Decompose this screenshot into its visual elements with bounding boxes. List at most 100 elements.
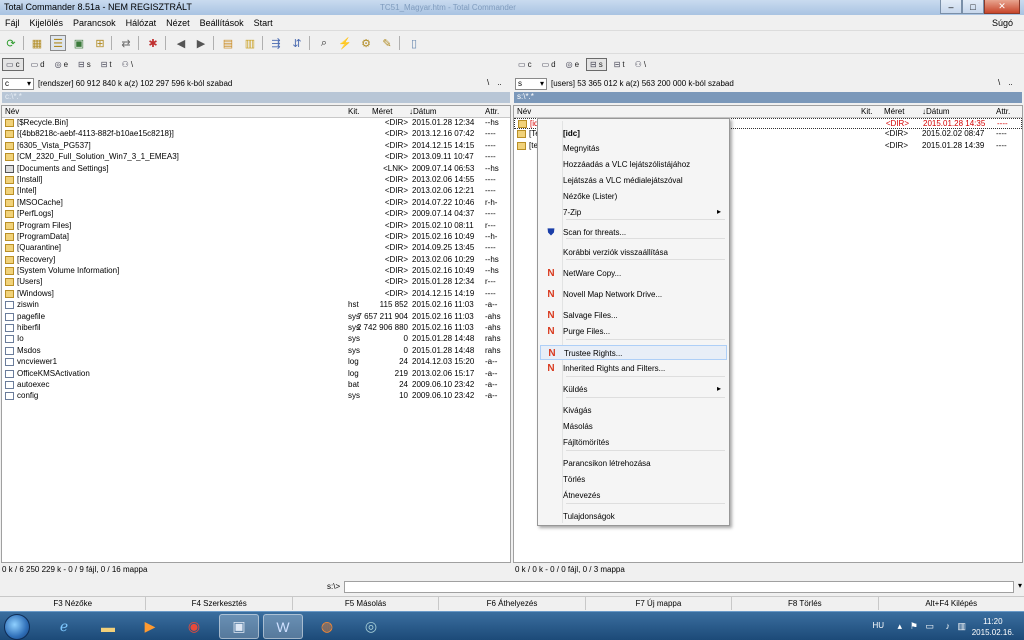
full-view-icon[interactable]: ☰ [50, 35, 66, 51]
table-row[interactable]: [Intel] <DIR> 2013.02.06 12:21 ---- [2, 186, 510, 197]
table-row[interactable]: Io sys 0 2015.01.28 14:48 rahs [2, 334, 510, 345]
thumbnail-view-icon[interactable]: ▣ [71, 35, 87, 51]
table-row[interactable]: ziswin hst 115 852 2015.02.16 11:03 -a-- [2, 300, 510, 311]
clock[interactable]: 11:20 2015.02.16. [972, 616, 1014, 638]
unpack-icon[interactable]: ▥ [242, 35, 258, 51]
context-menu-item[interactable]: Küldés ▸ [540, 382, 727, 397]
maximize-button[interactable]: □ [962, 0, 984, 14]
f4-edit-button[interactable]: F4 Szerkesztés [146, 597, 293, 610]
table-row[interactable]: [Quarantine] <DIR> 2014.09.25 13:45 ---- [2, 243, 510, 254]
invert-selection-icon[interactable]: ⇄ [118, 35, 134, 51]
table-row[interactable]: config sys 10 2009.06.10 23:42 -a-- [2, 391, 510, 402]
menu-help[interactable]: Súgó [987, 18, 1018, 28]
context-menu-item[interactable]: 7-Zip ▸ [540, 205, 727, 220]
context-menu-item[interactable]: Nézőke (Lister) [540, 189, 727, 204]
context-menu-item[interactable]: N Salvage Files... [540, 308, 727, 323]
table-row[interactable]: [Install] <DIR> 2013.02.06 14:55 ---- [2, 175, 510, 186]
table-row[interactable]: [PerfLogs] <DIR> 2009.07.14 04:37 ---- [2, 209, 510, 220]
left-drive-t[interactable]: ⊟ t [98, 58, 115, 71]
table-row[interactable]: [Users] <DIR> 2015.01.28 12:34 r--- [2, 277, 510, 288]
context-menu-item[interactable]: Parancsikon létrehozása [540, 456, 727, 471]
table-row[interactable]: [MSOCache] <DIR> 2014.07.22 10:46 r-h- [2, 198, 510, 209]
language-indicator[interactable]: HU [872, 621, 884, 630]
context-menu-item[interactable]: Lejátszás a VLC médialejátszóval [540, 173, 727, 188]
col-ext[interactable]: Kit. [348, 107, 360, 116]
context-menu-item[interactable]: N Trustee Rights... [540, 345, 727, 360]
left-drive-e[interactable]: ◎ e [52, 58, 71, 71]
table-row[interactable]: [System Volume Information] <DIR> 2015.02.… [2, 266, 510, 277]
f6-move-button[interactable]: F6 Áthelyezés [439, 597, 586, 610]
menu-view[interactable]: Nézet [161, 18, 195, 28]
col-date[interactable]: ↓Dátum [922, 107, 950, 116]
tree-view-icon[interactable]: ⊞ [92, 35, 108, 51]
right-current-path[interactable]: s:\*.* [514, 92, 1022, 103]
vpn-icon[interactable]: ◎ [351, 614, 391, 639]
table-row[interactable]: vncviewer1 log 24 2014.12.03 15:20 -a-- [2, 357, 510, 368]
context-menu-item[interactable]: Fájltömörítés [540, 435, 727, 450]
context-menu-item[interactable]: ⛊ Scan for threats... [540, 225, 727, 240]
chrome-icon[interactable]: ◉ [174, 614, 214, 639]
table-row[interactable]: [Recovery] <DIR> 2013.02.06 10:29 --hs [2, 255, 510, 266]
internet-explorer-icon[interactable]: ℯ [44, 614, 84, 639]
refresh-icon[interactable]: ⟳ [3, 35, 19, 51]
right-drive-s[interactable]: ⊟ s [586, 57, 607, 71]
tray-arrow-icon[interactable]: ▴ [897, 621, 902, 632]
close-button[interactable]: ✕ [984, 0, 1020, 14]
table-row[interactable]: OfficeKMSActivation log 219 2013.02.06 15:1… [2, 369, 510, 380]
table-row[interactable]: [Windows] <DIR> 2014.12.15 14:19 ---- [2, 289, 510, 300]
sync-dirs-icon[interactable]: ⇵ [289, 35, 305, 51]
pack-icon[interactable]: ▤ [220, 35, 236, 51]
brief-view-icon[interactable]: ▦ [29, 35, 45, 51]
f5-copy-button[interactable]: F5 Másolás [293, 597, 440, 610]
flag-icon[interactable]: ⚑ [910, 621, 918, 632]
compare-icon[interactable]: ✱ [145, 35, 161, 51]
notepad-icon[interactable]: ✎ [379, 35, 395, 51]
context-menu-item[interactable]: N Novell Map Network Drive... [540, 287, 727, 302]
col-name[interactable]: Név [517, 107, 531, 116]
right-drive-combo[interactable]: s ▾ [515, 77, 547, 90]
col-size[interactable]: Méret [372, 107, 392, 116]
menu-commands[interactable]: Parancsok [68, 18, 121, 28]
context-menu-item[interactable]: Másolás [540, 419, 727, 434]
menu-settings[interactable]: Beállítások [195, 18, 249, 28]
table-row[interactable]: [ProgramData] <DIR> 2015.02.16 10:49 --h- [2, 232, 510, 243]
table-row[interactable]: [Documents and Settings] <LNK> 2009.07.14 … [2, 164, 510, 175]
context-menu-item[interactable]: Megnyitás [540, 141, 727, 156]
col-attr[interactable]: Attr. [485, 107, 499, 116]
context-menu-item[interactable]: [idc] [540, 126, 727, 141]
context-menu-item[interactable]: Törlés [540, 472, 727, 487]
left-drive-combo[interactable]: c ▾ [2, 77, 34, 90]
left-root-button[interactable]: \ [487, 78, 489, 87]
menu-start[interactable]: Start [249, 18, 278, 28]
left-current-path[interactable]: c:\*.* [2, 92, 510, 103]
back-icon[interactable]: ◀ [173, 35, 189, 51]
f8-delete-button[interactable]: F8 Törlés [732, 597, 879, 610]
col-date[interactable]: ↓Dátum [409, 107, 437, 116]
volume-icon[interactable]: ♪ [946, 621, 951, 631]
left-drive-s[interactable]: ⊟ s [75, 58, 94, 71]
context-menu-item[interactable]: N Purge Files... [540, 324, 727, 339]
context-menu-item[interactable]: Tulajdonságok [540, 509, 727, 524]
table-row[interactable]: [{4bb8218c-aebf-4113-882f-b10ae15c8218}]… [2, 129, 510, 140]
table-row[interactable]: autoexec bat 24 2009.06.10 23:42 -a-- [2, 380, 510, 391]
context-menu-item[interactable]: N Inherited Rights and Filters... [540, 361, 727, 376]
altf4-exit-button[interactable]: Alt+F4 Kilépés [879, 597, 1024, 610]
table-row[interactable]: [6305_Vista_PG537] <DIR> 2014.12.15 14:15-… [2, 141, 510, 152]
chevron-down-icon[interactable]: ▾ [1018, 581, 1022, 590]
multi-rename-icon[interactable]: ⇶ [268, 35, 284, 51]
forward-icon[interactable]: ▶ [193, 35, 209, 51]
start-button[interactable] [4, 614, 30, 640]
table-row[interactable]: hiberfil sys 2 742 906 880 2015.02.16 11:03… [2, 323, 510, 334]
word-icon[interactable]: W [263, 614, 303, 639]
ftp-new-icon[interactable]: ⚙ [358, 35, 374, 51]
left-drive-network[interactable]: ⚇ \ [119, 58, 136, 71]
table-row[interactable]: [Program Files] <DIR> 2015.02.10 08:11 r--- [2, 221, 510, 232]
search-icon[interactable]: ⌕ [316, 35, 332, 51]
command-line-input[interactable] [344, 581, 1014, 593]
col-attr[interactable]: Attr. [996, 107, 1010, 116]
f7-newfolder-button[interactable]: F7 Új mappa [586, 597, 733, 610]
network-icon[interactable]: ▥ [957, 621, 966, 632]
explorer-icon[interactable]: ▬ [88, 614, 128, 639]
minimize-button[interactable]: – [940, 0, 962, 14]
col-name[interactable]: Név [5, 107, 19, 116]
